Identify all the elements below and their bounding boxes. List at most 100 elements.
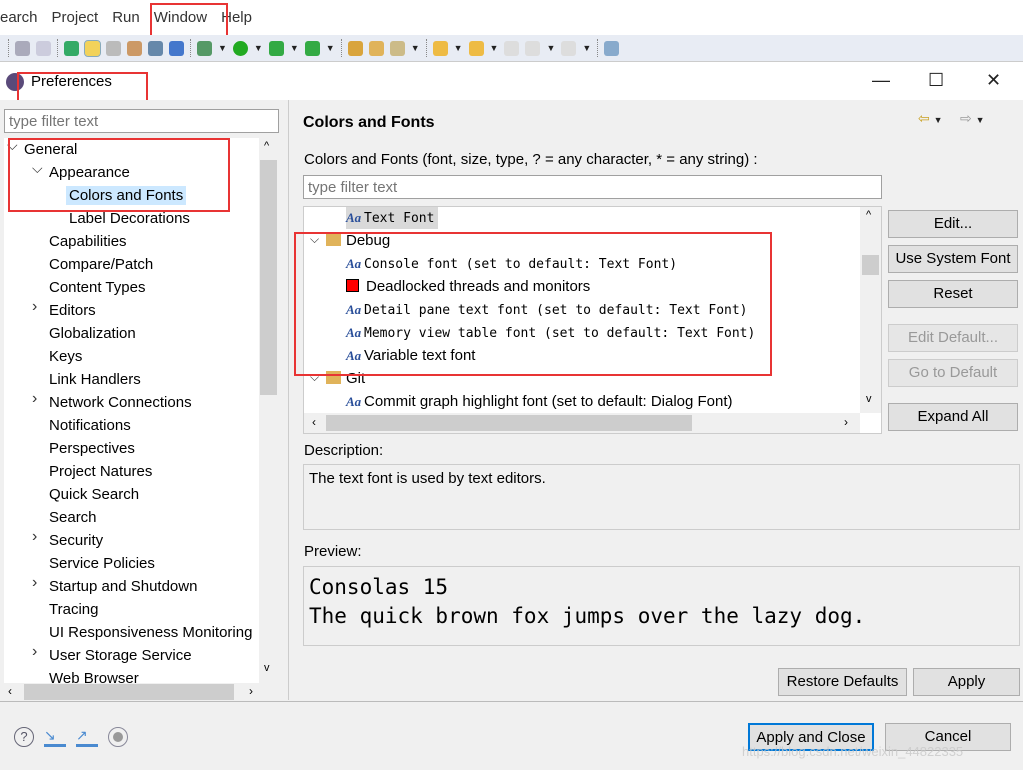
use-system-font-button[interactable]: Use System Font: [888, 245, 1018, 273]
tree-item[interactable]: Security: [46, 529, 106, 552]
perspective-icon[interactable]: [604, 40, 620, 56]
help-icon[interactable]: ?: [14, 727, 34, 747]
chevron-right-icon[interactable]: ›: [32, 390, 37, 408]
chevron-right-icon[interactable]: ›: [32, 574, 37, 592]
folder-icon[interactable]: [368, 40, 384, 56]
run-icon[interactable]: [232, 40, 248, 56]
tree-item[interactable]: Globalization: [46, 322, 139, 345]
nav-filter-input[interactable]: [4, 109, 279, 133]
minimize-button[interactable]: —: [872, 70, 890, 91]
tree-item[interactable]: Keys: [46, 345, 85, 368]
scrollbar-thumb[interactable]: [24, 684, 234, 700]
colors-filter-input[interactable]: [303, 175, 882, 199]
open-folder-icon[interactable]: [347, 40, 363, 56]
tree-item[interactable]: Web Browser: [46, 667, 142, 683]
tree-item[interactable]: Compare/Patch: [46, 253, 156, 276]
preview-line: The quick brown fox jumps over the lazy …: [309, 604, 866, 628]
tree-item[interactable]: Tracing: [46, 598, 101, 621]
toolbar-icon[interactable]: [15, 40, 30, 56]
scrollbar-thumb[interactable]: [260, 160, 277, 395]
last-edit-icon[interactable]: [504, 40, 520, 56]
tree-vertical-scrollbar[interactable]: ^ v: [259, 138, 278, 683]
tree-item[interactable]: Network Connections: [46, 391, 195, 414]
toolbar-icon[interactable]: [36, 40, 51, 56]
filter-label: Colors and Fonts (font, size, type, ? = …: [304, 151, 758, 168]
highlight-icon[interactable]: [84, 39, 101, 57]
page-title: Colors and Fonts: [303, 114, 435, 131]
annotation-box: [294, 232, 772, 376]
tree-item-label: Search: [49, 509, 97, 526]
toolbar-icon[interactable]: [148, 40, 163, 56]
tree-item[interactable]: Quick Search: [46, 483, 142, 506]
list-item[interactable]: Aa Text Font: [346, 207, 439, 229]
tree-item-label: Notifications: [49, 417, 131, 434]
go-to-default-button[interactable]: Go to Default: [888, 359, 1018, 387]
description-box: The text font is used by text editors.: [303, 464, 1020, 530]
tree-item-label: Keys: [49, 348, 83, 365]
pen-icon[interactable]: [389, 40, 405, 56]
export-icon[interactable]: ↗: [76, 727, 98, 747]
tree-item-label: Web Browser: [49, 670, 139, 683]
list-horizontal-scrollbar[interactable]: ‹ ›: [304, 413, 860, 433]
tree-horizontal-scrollbar[interactable]: ‹ ›: [4, 683, 278, 701]
tree-item[interactable]: Content Types: [46, 276, 148, 299]
toolbar: ▼ ▼ ▼ ▼ ▼ ▼ ▼ ▼ ▼: [0, 35, 1023, 62]
scrollbar-thumb[interactable]: [326, 415, 692, 431]
toolbar-icon[interactable]: [106, 40, 121, 56]
restore-defaults-button[interactable]: Restore Defaults: [778, 668, 907, 696]
tree-item[interactable]: Editors: [46, 299, 99, 322]
edit-button[interactable]: Edit...: [888, 210, 1018, 238]
tree-item[interactable]: Perspectives: [46, 437, 138, 460]
forward-nav-icon[interactable]: ⇨ ▼: [960, 110, 985, 127]
tree-item[interactable]: User Storage Service: [46, 644, 195, 667]
tree-item[interactable]: Search: [46, 506, 100, 529]
dialog-titlebar: Preferences — ☐ ✕: [0, 62, 1023, 100]
record-icon[interactable]: [108, 727, 128, 747]
tree-item[interactable]: Notifications: [46, 414, 134, 437]
font-icon: Aa: [346, 394, 362, 409]
tree-item[interactable]: Startup and Shutdown: [46, 575, 200, 598]
reset-button[interactable]: Reset: [888, 280, 1018, 308]
scrollbar-thumb[interactable]: [862, 255, 879, 275]
debug-icon[interactable]: [197, 40, 212, 56]
chevron-right-icon[interactable]: ›: [32, 643, 37, 661]
tree-item[interactable]: UI Responsiveness Monitoring: [46, 621, 255, 644]
description-text: The text font is used by text editors.: [309, 470, 546, 487]
tree-item-label: UI Responsiveness Monitoring: [49, 624, 253, 641]
menu-project[interactable]: Project: [52, 9, 99, 26]
back-nav-icon[interactable]: ⇦ ▼: [918, 110, 943, 127]
coverage-icon[interactable]: [268, 40, 284, 56]
tree-item-label: Project Natures: [49, 463, 153, 480]
external-tools-icon[interactable]: [304, 40, 320, 56]
next-annotation-icon[interactable]: [432, 40, 448, 56]
tree-item-label: Globalization: [49, 325, 136, 342]
edit-default-button[interactable]: Edit Default...: [888, 324, 1018, 352]
apply-button[interactable]: Apply: [913, 668, 1020, 696]
tree-item-label: Perspectives: [49, 440, 135, 457]
tree-item-label: Editors: [49, 302, 96, 319]
menu-run[interactable]: Run: [112, 9, 140, 26]
tree-item-label: Content Types: [49, 279, 146, 296]
tree-item[interactable]: Service Policies: [46, 552, 158, 575]
preview-label: Preview:: [304, 543, 362, 560]
prev-annotation-icon[interactable]: [468, 40, 484, 56]
tree-item[interactable]: Link Handlers: [46, 368, 144, 391]
tree-item-label: User Storage Service: [49, 647, 192, 664]
tree-item[interactable]: Project Natures: [46, 460, 155, 483]
toolbar-icon[interactable]: [64, 40, 79, 56]
tree-item-label: Network Connections: [49, 394, 192, 411]
pilcrow-icon[interactable]: [169, 40, 184, 56]
import-icon[interactable]: ↘: [44, 727, 66, 747]
toolbar-icon[interactable]: [127, 40, 142, 56]
maximize-button[interactable]: ☐: [928, 70, 944, 91]
chevron-right-icon[interactable]: ›: [32, 298, 37, 316]
list-vertical-scrollbar[interactable]: ^ v: [860, 207, 881, 413]
menu-search[interactable]: earch: [0, 9, 38, 26]
back-icon[interactable]: [525, 40, 541, 56]
tree-item[interactable]: Capabilities: [46, 230, 130, 253]
list-item[interactable]: Aa Commit graph highlight font (set to de…: [346, 390, 733, 413]
chevron-right-icon[interactable]: ›: [32, 528, 37, 546]
forward-icon[interactable]: [561, 40, 577, 56]
close-button[interactable]: ✕: [986, 70, 1001, 91]
expand-all-button[interactable]: Expand All: [888, 403, 1018, 431]
